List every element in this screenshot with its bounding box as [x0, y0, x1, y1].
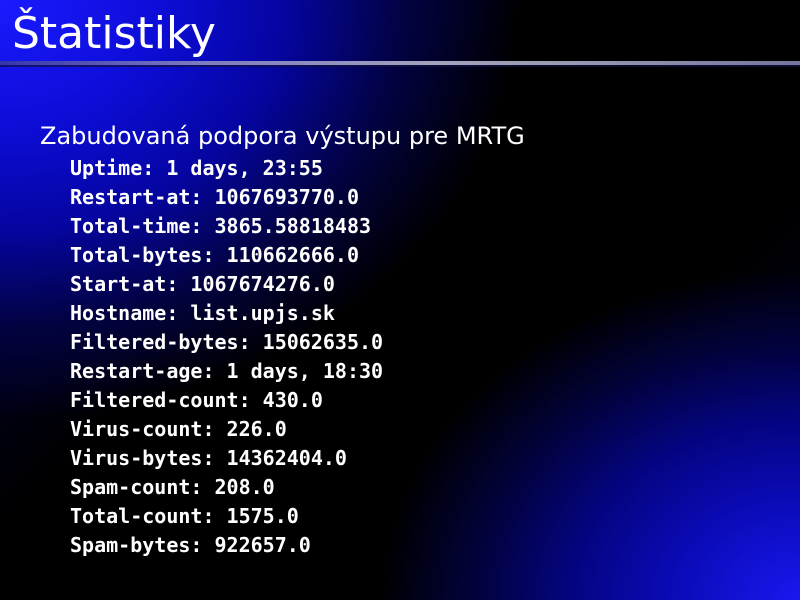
- stat-value: list.upjs.sk: [190, 301, 335, 325]
- stat-value: 110662666.0: [226, 243, 359, 267]
- stat-key: Filtered-bytes: [70, 330, 239, 354]
- stat-key: Virus-count: [70, 417, 203, 441]
- stat-value: 15062635.0: [262, 330, 384, 354]
- stat-item: Hostname: list.upjs.sk: [70, 301, 335, 325]
- stat-value: 226.0: [226, 417, 287, 441]
- stat-value: 922657.0: [214, 533, 311, 557]
- stat-value: 430.0: [262, 388, 323, 412]
- stat-item: Virus-count: 226.0: [70, 417, 287, 441]
- stat-key: Spam-count: [70, 475, 191, 499]
- stat-value: 208.0: [214, 475, 275, 499]
- stat-key: Restart-age: [70, 359, 203, 383]
- stat-item: Filtered-bytes: 15062635.0: [70, 330, 384, 354]
- stat-item: Start-at: 1067674276.0: [70, 272, 335, 296]
- stat-item: Filtered-count: 430.0: [70, 388, 323, 412]
- section-heading: Zabudovaná podpora výstupu pre MRTG: [40, 122, 525, 150]
- stat-value: 3865.58818483: [214, 214, 372, 238]
- stat-item: Restart-age: 1 days, 18:30: [70, 359, 384, 383]
- stat-key: Uptime: [70, 156, 143, 180]
- stat-value: 1 days, 18:30: [226, 359, 384, 383]
- stat-key: Total-time: [70, 214, 191, 238]
- stat-item: Virus-bytes: 14362404.0: [70, 446, 347, 470]
- stat-key: Spam-bytes: [70, 533, 191, 557]
- stat-key: Hostname: [70, 301, 167, 325]
- stat-item: Total-count: 1575.0: [70, 504, 299, 528]
- stat-item: Total-bytes: 110662666.0: [70, 243, 359, 267]
- stat-value: 1067674276.0: [190, 272, 335, 296]
- stat-value: 14362404.0: [226, 446, 347, 470]
- stat-value: 1067693770.0: [214, 185, 360, 209]
- stat-item: Uptime: 1 days, 23:55: [70, 156, 323, 180]
- stat-item: Total-time: 3865.58818483: [70, 214, 372, 238]
- stat-key: Total-bytes: [70, 243, 203, 267]
- stats-list: Uptime: 1 days, 23:55 Restart-at: 106769…: [70, 154, 383, 560]
- slide-title: Štatistiky: [12, 8, 216, 59]
- stat-item: Spam-count: 208.0: [70, 475, 275, 499]
- stat-key: Virus-bytes: [70, 446, 203, 470]
- stat-key: Total-count: [70, 504, 203, 528]
- stat-key: Restart-at: [70, 185, 191, 209]
- stat-value: 1 days, 23:55: [166, 156, 323, 180]
- stat-item: Spam-bytes: 922657.0: [70, 533, 311, 557]
- stat-key: Filtered-count: [70, 388, 239, 412]
- stat-key: Start-at: [70, 272, 167, 296]
- title-divider-shadow: [0, 65, 800, 67]
- stat-value: 1575.0: [226, 504, 299, 528]
- stat-item: Restart-at: 1067693770.0: [70, 185, 360, 209]
